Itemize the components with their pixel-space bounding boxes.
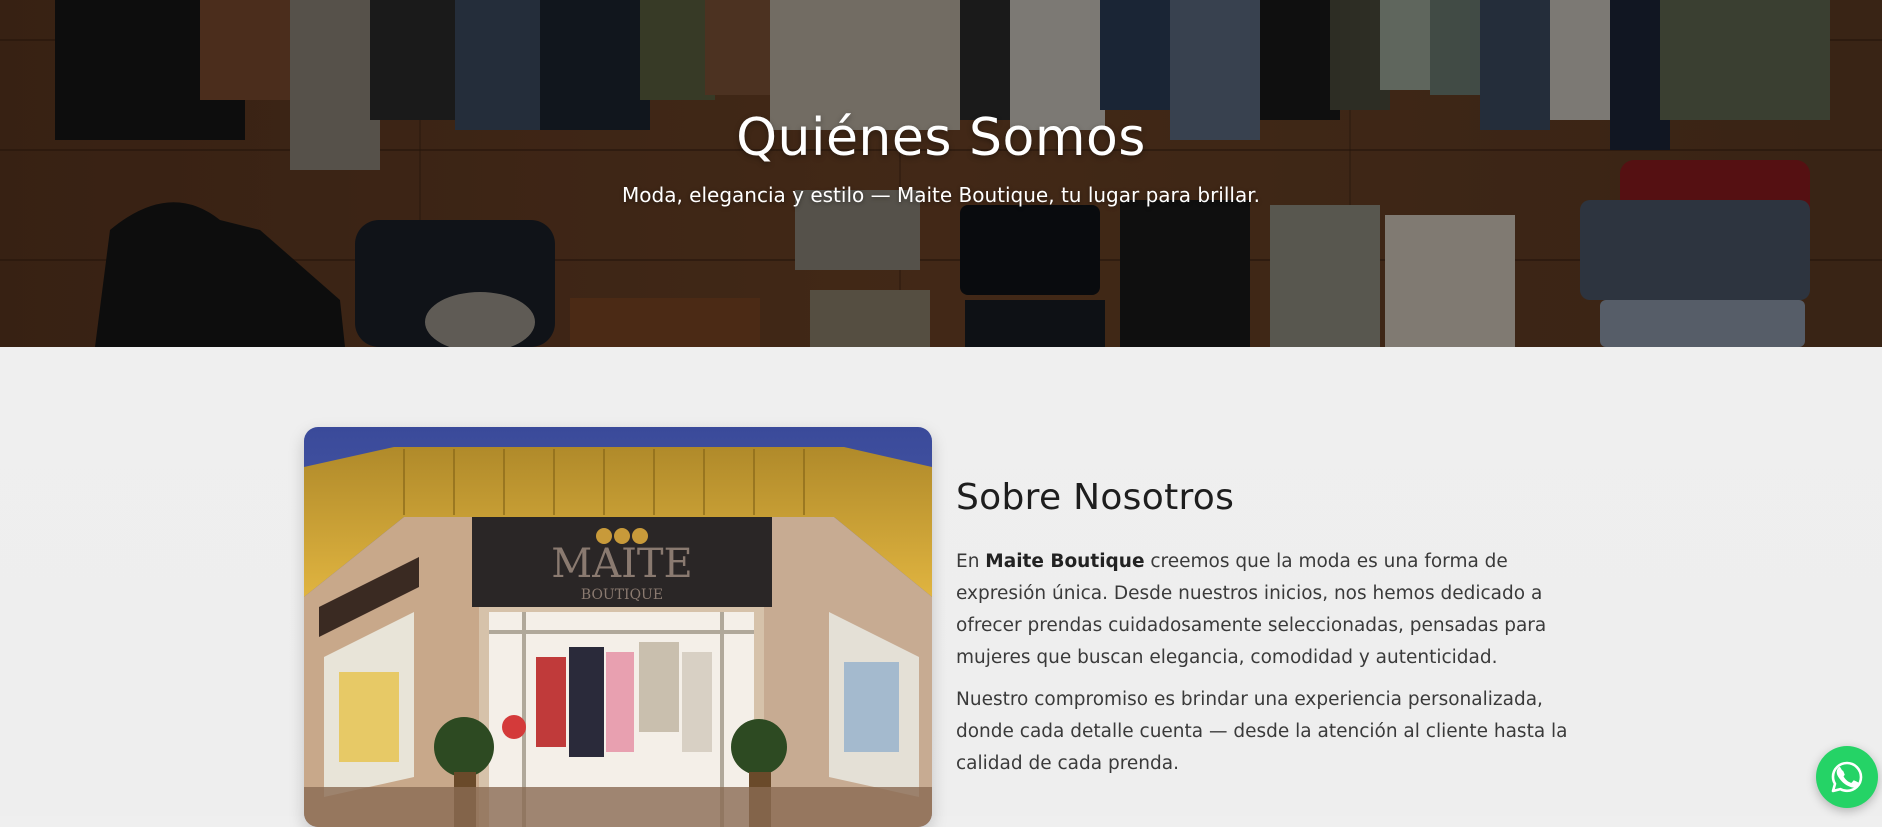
about-text: Sobre Nosotros En Maite Boutique creemos… [956,477,1596,790]
brand-name: Maite Boutique [985,551,1145,572]
hero-overlay [0,0,1882,347]
store-photo-image: MAITE BOUTIQUE [304,427,932,827]
about-paragraph-2: Nuestro compromiso es brindar una experi… [956,689,1568,774]
page-title: Quiénes Somos [736,108,1146,168]
store-sign-subtext: BOUTIQUE [581,587,663,603]
about-paragraph-1: En Maite Boutique creemos que la moda es… [956,546,1596,674]
about-p1-prefix: En [956,551,986,572]
store-photo: MAITE BOUTIQUE [304,427,932,827]
hero-subtitle: Moda, elegancia y estilo — Maite Boutiqu… [622,183,1260,207]
about-section: MAITE BOUTIQUE Sobre Nosotros En Maite B… [0,347,1882,827]
whatsapp-icon [1831,761,1863,793]
store-sign-text: MAITE [551,541,693,587]
about-heading: Sobre Nosotros [956,477,1235,518]
hero-banner: Quiénes Somos Moda, elegancia y estilo —… [0,0,1882,347]
whatsapp-button[interactable] [1816,746,1878,808]
